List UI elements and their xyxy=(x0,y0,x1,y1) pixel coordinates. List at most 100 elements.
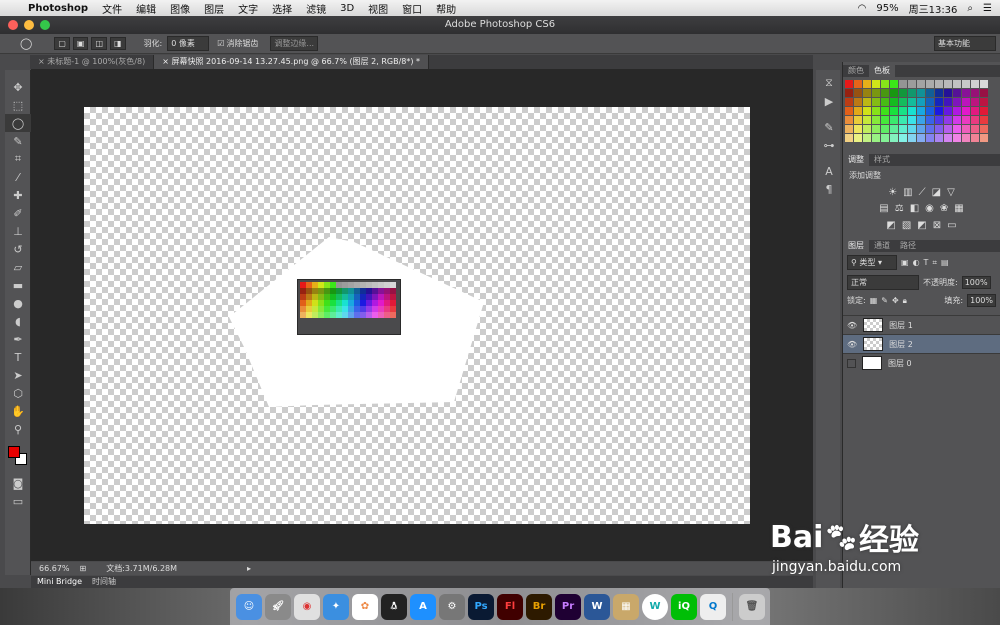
swatch-cell[interactable] xyxy=(845,134,853,142)
swatch-cell[interactable] xyxy=(962,125,970,133)
swatch-cell[interactable] xyxy=(845,116,853,124)
swatch-cell[interactable] xyxy=(854,125,862,133)
swatch-cell[interactable] xyxy=(881,89,889,97)
status-arrow-icon[interactable]: ▸ xyxy=(247,564,251,573)
zoom-level[interactable]: 66.67% xyxy=(39,564,70,573)
swatch-cell[interactable] xyxy=(926,134,934,142)
gradient-tool-icon[interactable]: ▬ xyxy=(5,276,31,294)
character-panel-icon[interactable]: A xyxy=(816,162,842,180)
swatch-cell[interactable] xyxy=(980,134,988,142)
swatch-cell[interactable] xyxy=(962,134,970,142)
paragraph-panel-icon[interactable]: ¶ xyxy=(816,180,842,198)
swatch-cell[interactable] xyxy=(881,98,889,106)
history-panel-icon[interactable]: ⧖ xyxy=(816,74,842,92)
clone-source-icon[interactable]: ⊶ xyxy=(816,136,842,154)
swatch-cell[interactable] xyxy=(926,89,934,97)
quick-mask-icon[interactable]: ◙ xyxy=(5,474,31,492)
swatch-cell[interactable] xyxy=(971,98,979,106)
swatch-cell[interactable] xyxy=(917,98,925,106)
crop-tool-icon[interactable]: ⌗ xyxy=(5,150,31,168)
swatch-cell[interactable] xyxy=(863,89,871,97)
swatch-cell[interactable] xyxy=(917,125,925,133)
wifi-app-icon[interactable]: W xyxy=(642,593,668,620)
photo-filter-icon[interactable]: ◉ xyxy=(925,203,934,214)
tab-mini-bridge[interactable]: Mini Bridge xyxy=(37,576,82,588)
subtract-selection-icon[interactable]: ◫ xyxy=(91,37,107,50)
photos-icon[interactable]: ✿ xyxy=(352,593,378,620)
swatch-cell[interactable] xyxy=(935,125,943,133)
wifi-icon[interactable]: ◠ xyxy=(858,3,867,14)
new-selection-icon[interactable]: ▢ xyxy=(54,37,70,50)
swatch-cell[interactable] xyxy=(890,116,898,124)
swatch-cell[interactable] xyxy=(908,98,916,106)
tab-adjustments[interactable]: 调整 xyxy=(843,154,869,166)
premiere-icon[interactable]: Pr xyxy=(555,593,581,620)
swatch-cell[interactable] xyxy=(872,80,880,88)
swatch-cell[interactable] xyxy=(917,107,925,115)
swatch-cell[interactable] xyxy=(881,116,889,124)
vibrance-icon[interactable]: ▽ xyxy=(947,187,955,198)
swatch-cell[interactable] xyxy=(890,125,898,133)
swatch-cell[interactable] xyxy=(881,125,889,133)
swatch-cell[interactable] xyxy=(980,80,988,88)
swatch-cell[interactable] xyxy=(845,80,853,88)
swatch-cell[interactable] xyxy=(899,89,907,97)
swatch-cell[interactable] xyxy=(971,134,979,142)
brightness-icon[interactable]: ☀ xyxy=(888,187,897,198)
system-preferences-icon[interactable]: ⚙ xyxy=(439,593,465,620)
invert-icon[interactable]: ◩ xyxy=(886,220,895,231)
swatch-cell[interactable] xyxy=(908,107,916,115)
battery-text[interactable]: 95% xyxy=(876,3,898,14)
blend-mode-select[interactable]: 正常 xyxy=(847,275,919,290)
curves-icon[interactable]: ⟋ xyxy=(919,187,926,198)
swatch-cell[interactable] xyxy=(845,107,853,115)
swatch-cell[interactable] xyxy=(917,89,925,97)
tab-styles[interactable]: 样式 xyxy=(869,154,895,166)
layer-row-1[interactable]: 👁︎ 图层 1 xyxy=(843,315,1000,334)
swatch-cell[interactable] xyxy=(863,134,871,142)
swatch-cell[interactable] xyxy=(953,116,961,124)
swatch-cell[interactable] xyxy=(854,134,862,142)
layer-row-2[interactable]: 👁︎ 图层 2 xyxy=(843,334,1000,353)
swatch-cell[interactable] xyxy=(944,89,952,97)
blur-tool-icon[interactable]: ● xyxy=(5,294,31,312)
swatch-cell[interactable] xyxy=(845,98,853,106)
swatch-cell[interactable] xyxy=(863,125,871,133)
app-store-icon[interactable]: A xyxy=(410,593,436,620)
fill-input[interactable]: 100% xyxy=(967,294,996,307)
swatch-cell[interactable] xyxy=(863,116,871,124)
menu-image[interactable]: 图像 xyxy=(170,1,190,16)
swatch-cell[interactable] xyxy=(962,89,970,97)
swatch-cell[interactable] xyxy=(854,116,862,124)
eraser-tool-icon[interactable]: ▱ xyxy=(5,258,31,276)
gradient-map-icon[interactable]: ⊠ xyxy=(933,220,941,231)
opacity-input[interactable]: 100% xyxy=(961,276,991,289)
color-balance-icon[interactable]: ⚖ xyxy=(895,203,904,214)
swatch-cell[interactable] xyxy=(926,125,934,133)
lasso-icon[interactable]: ◯ xyxy=(20,37,32,50)
swatch-cell[interactable] xyxy=(971,89,979,97)
lasso-tool-icon[interactable]: ◯ xyxy=(5,114,31,132)
tab-untitled[interactable]: × 未标题-1 @ 100%(灰色/8) xyxy=(30,55,155,69)
status-menu-icon[interactable]: ⊞ xyxy=(80,564,87,573)
swatch-cell[interactable] xyxy=(926,107,934,115)
eyedropper-tool-icon[interactable]: ⁄ xyxy=(5,168,31,186)
swatch-cell[interactable] xyxy=(890,107,898,115)
swatch-cell[interactable] xyxy=(962,80,970,88)
menu-3d[interactable]: 3D xyxy=(340,3,354,14)
swatch-cell[interactable] xyxy=(935,80,943,88)
brush-presets-icon[interactable]: ✎ xyxy=(816,118,842,136)
finder-icon[interactable]: ☺ xyxy=(236,593,262,620)
menu-type[interactable]: 文字 xyxy=(238,1,258,16)
launchpad-icon[interactable]: 🚀︎ xyxy=(265,593,291,620)
swatch-cell[interactable] xyxy=(953,89,961,97)
swatch-cell[interactable] xyxy=(980,98,988,106)
clock-text[interactable]: 周三13:36 xyxy=(909,1,958,16)
healing-tool-icon[interactable]: ✚ xyxy=(5,186,31,204)
stamp-tool-icon[interactable]: ⊥ xyxy=(5,222,31,240)
quicktime-icon[interactable]: Q xyxy=(700,593,726,620)
layer-name[interactable]: 图层 1 xyxy=(889,320,913,331)
pen-tool-icon[interactable]: ✒ xyxy=(5,330,31,348)
swatch-cell[interactable] xyxy=(944,80,952,88)
swatch-cell[interactable] xyxy=(908,134,916,142)
